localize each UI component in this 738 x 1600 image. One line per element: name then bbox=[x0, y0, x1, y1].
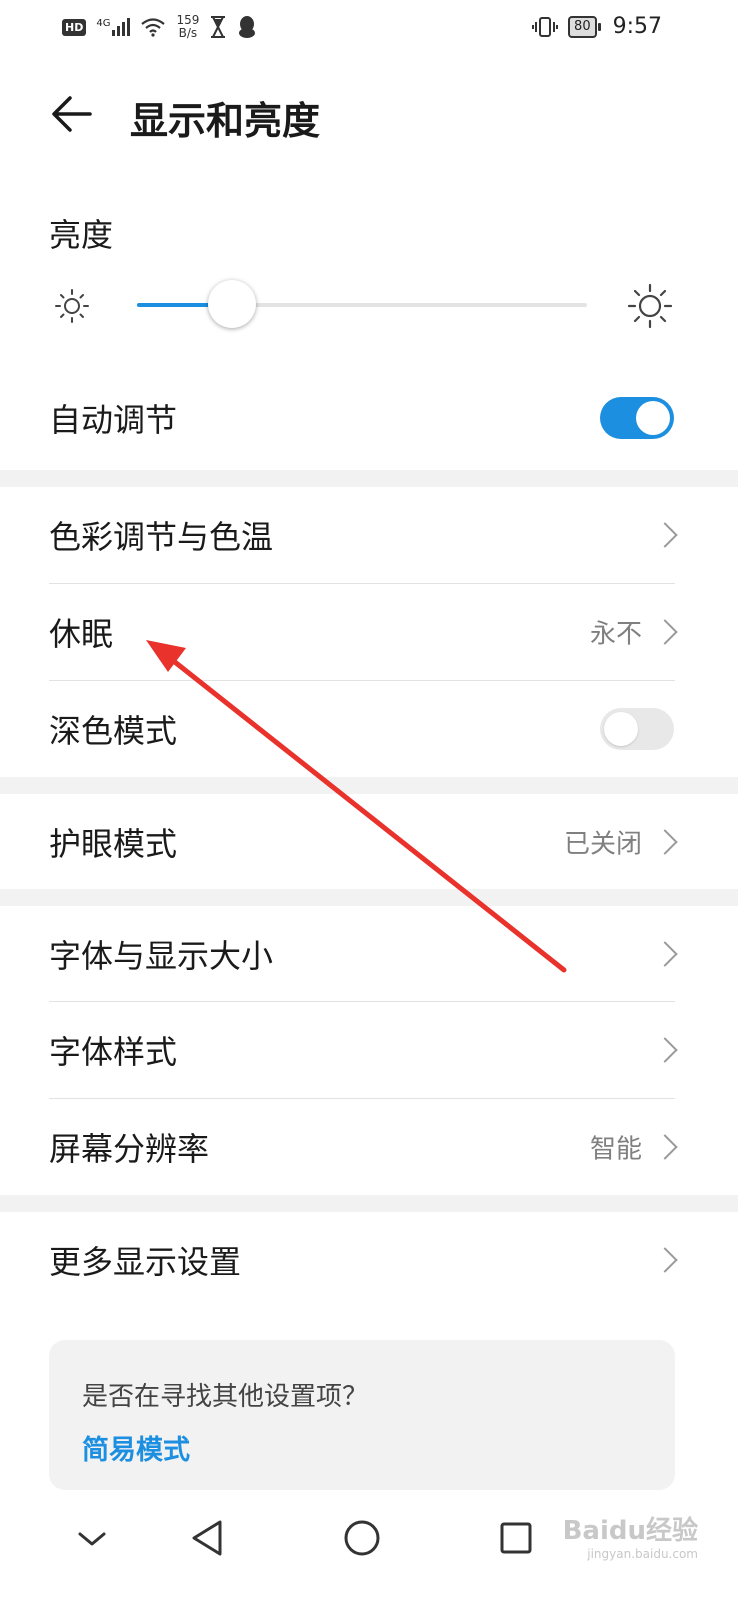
signal-icon: 4G bbox=[96, 18, 131, 36]
eye-comfort-label: 护眼模式 bbox=[49, 825, 178, 863]
brightness-label: 亮度 bbox=[49, 216, 114, 254]
net-speed-unit: B/s bbox=[178, 26, 198, 40]
chevron-right-icon bbox=[652, 941, 678, 967]
sleep-value: 永不 bbox=[589, 619, 642, 650]
back-arrow-icon bbox=[52, 96, 92, 132]
auto-adjust-toggle[interactable] bbox=[600, 397, 674, 439]
watermark-site: jingyan.baidu.com bbox=[587, 1547, 698, 1561]
auto-adjust-row[interactable]: 自动调节 bbox=[0, 370, 738, 466]
eye-comfort-row[interactable]: 护眼模式 已关闭 bbox=[0, 794, 738, 890]
net-speed-value: 159 bbox=[176, 13, 200, 27]
toggle-knob bbox=[636, 401, 670, 435]
net-speed: 159 B/s bbox=[176, 14, 199, 40]
network-type: 4G bbox=[96, 18, 111, 29]
clock: 9:57 bbox=[612, 14, 662, 39]
resolution-row[interactable]: 屏幕分辨率 智能 bbox=[0, 1099, 738, 1195]
color-temp-label: 色彩调节与色温 bbox=[49, 518, 274, 556]
suggestion-card: 是否在寻找其他设置项？ 简易模式 bbox=[49, 1340, 675, 1490]
brightness-low-icon bbox=[55, 289, 89, 323]
circle-home-icon bbox=[344, 1520, 380, 1556]
chevron-right-icon bbox=[652, 1247, 678, 1273]
sleep-label: 休眠 bbox=[49, 615, 114, 653]
baidu-watermark: Baidu经验 jingyan.baidu.com bbox=[563, 1510, 698, 1561]
toggle-knob bbox=[604, 712, 638, 746]
brightness-high-icon bbox=[627, 283, 673, 329]
section-gap bbox=[0, 889, 738, 906]
hd-indicator: HD bbox=[62, 18, 87, 36]
chevron-right-icon bbox=[652, 619, 678, 645]
square-recents-icon bbox=[500, 1522, 532, 1554]
chevron-right-icon bbox=[652, 829, 678, 855]
nav-recents-button[interactable] bbox=[486, 1508, 546, 1568]
nav-back-button[interactable] bbox=[178, 1508, 238, 1568]
simple-mode-link[interactable]: 简易模式 bbox=[82, 1428, 190, 1467]
suggestion-question: 是否在寻找其他设置项？ bbox=[82, 1382, 369, 1412]
resolution-label: 屏幕分辨率 bbox=[49, 1130, 210, 1168]
back-button[interactable] bbox=[50, 92, 94, 136]
eye-comfort-value: 已关闭 bbox=[563, 829, 642, 860]
chevron-down-icon bbox=[78, 1532, 106, 1546]
brightness-slider[interactable] bbox=[137, 280, 587, 328]
chevron-right-icon bbox=[652, 522, 678, 548]
brightness-slider-thumb[interactable] bbox=[207, 280, 256, 328]
triangle-back-icon bbox=[192, 1520, 222, 1556]
font-size-row[interactable]: 字体与显示大小 bbox=[0, 906, 738, 1002]
font-size-label: 字体与显示大小 bbox=[49, 937, 274, 975]
chevron-right-icon bbox=[652, 1134, 678, 1160]
nav-home-button[interactable] bbox=[332, 1508, 392, 1568]
auto-adjust-label: 自动调节 bbox=[49, 401, 178, 439]
wifi-icon bbox=[141, 18, 166, 37]
vibrate-icon bbox=[532, 16, 559, 37]
dark-mode-label: 深色模式 bbox=[49, 712, 178, 750]
font-style-row[interactable]: 字体样式 bbox=[0, 1002, 738, 1098]
section-gap bbox=[0, 777, 738, 794]
battery-indicator: 80 bbox=[568, 15, 601, 38]
section-gap bbox=[0, 1195, 738, 1212]
qq-icon bbox=[239, 16, 256, 38]
more-display-label: 更多显示设置 bbox=[49, 1243, 242, 1281]
section-gap bbox=[0, 470, 738, 487]
page-title: 显示和亮度 bbox=[130, 99, 321, 143]
sleep-row[interactable]: 休眠 永不 bbox=[0, 584, 738, 680]
status-bar: HD 4G 159 B/s 80 9:57 bbox=[0, 0, 738, 58]
watermark-brand: Baidu经验 bbox=[562, 1516, 698, 1546]
nav-collapse-button[interactable] bbox=[62, 1508, 122, 1568]
chevron-right-icon bbox=[652, 1037, 678, 1063]
more-display-row[interactable]: 更多显示设置 bbox=[0, 1212, 738, 1308]
font-style-label: 字体样式 bbox=[49, 1033, 178, 1071]
color-temp-row[interactable]: 色彩调节与色温 bbox=[0, 487, 738, 583]
dark-mode-row[interactable]: 深色模式 bbox=[0, 681, 738, 777]
dark-mode-toggle[interactable] bbox=[600, 708, 674, 750]
resolution-value: 智能 bbox=[589, 1134, 642, 1165]
hourglass-icon bbox=[211, 16, 226, 38]
